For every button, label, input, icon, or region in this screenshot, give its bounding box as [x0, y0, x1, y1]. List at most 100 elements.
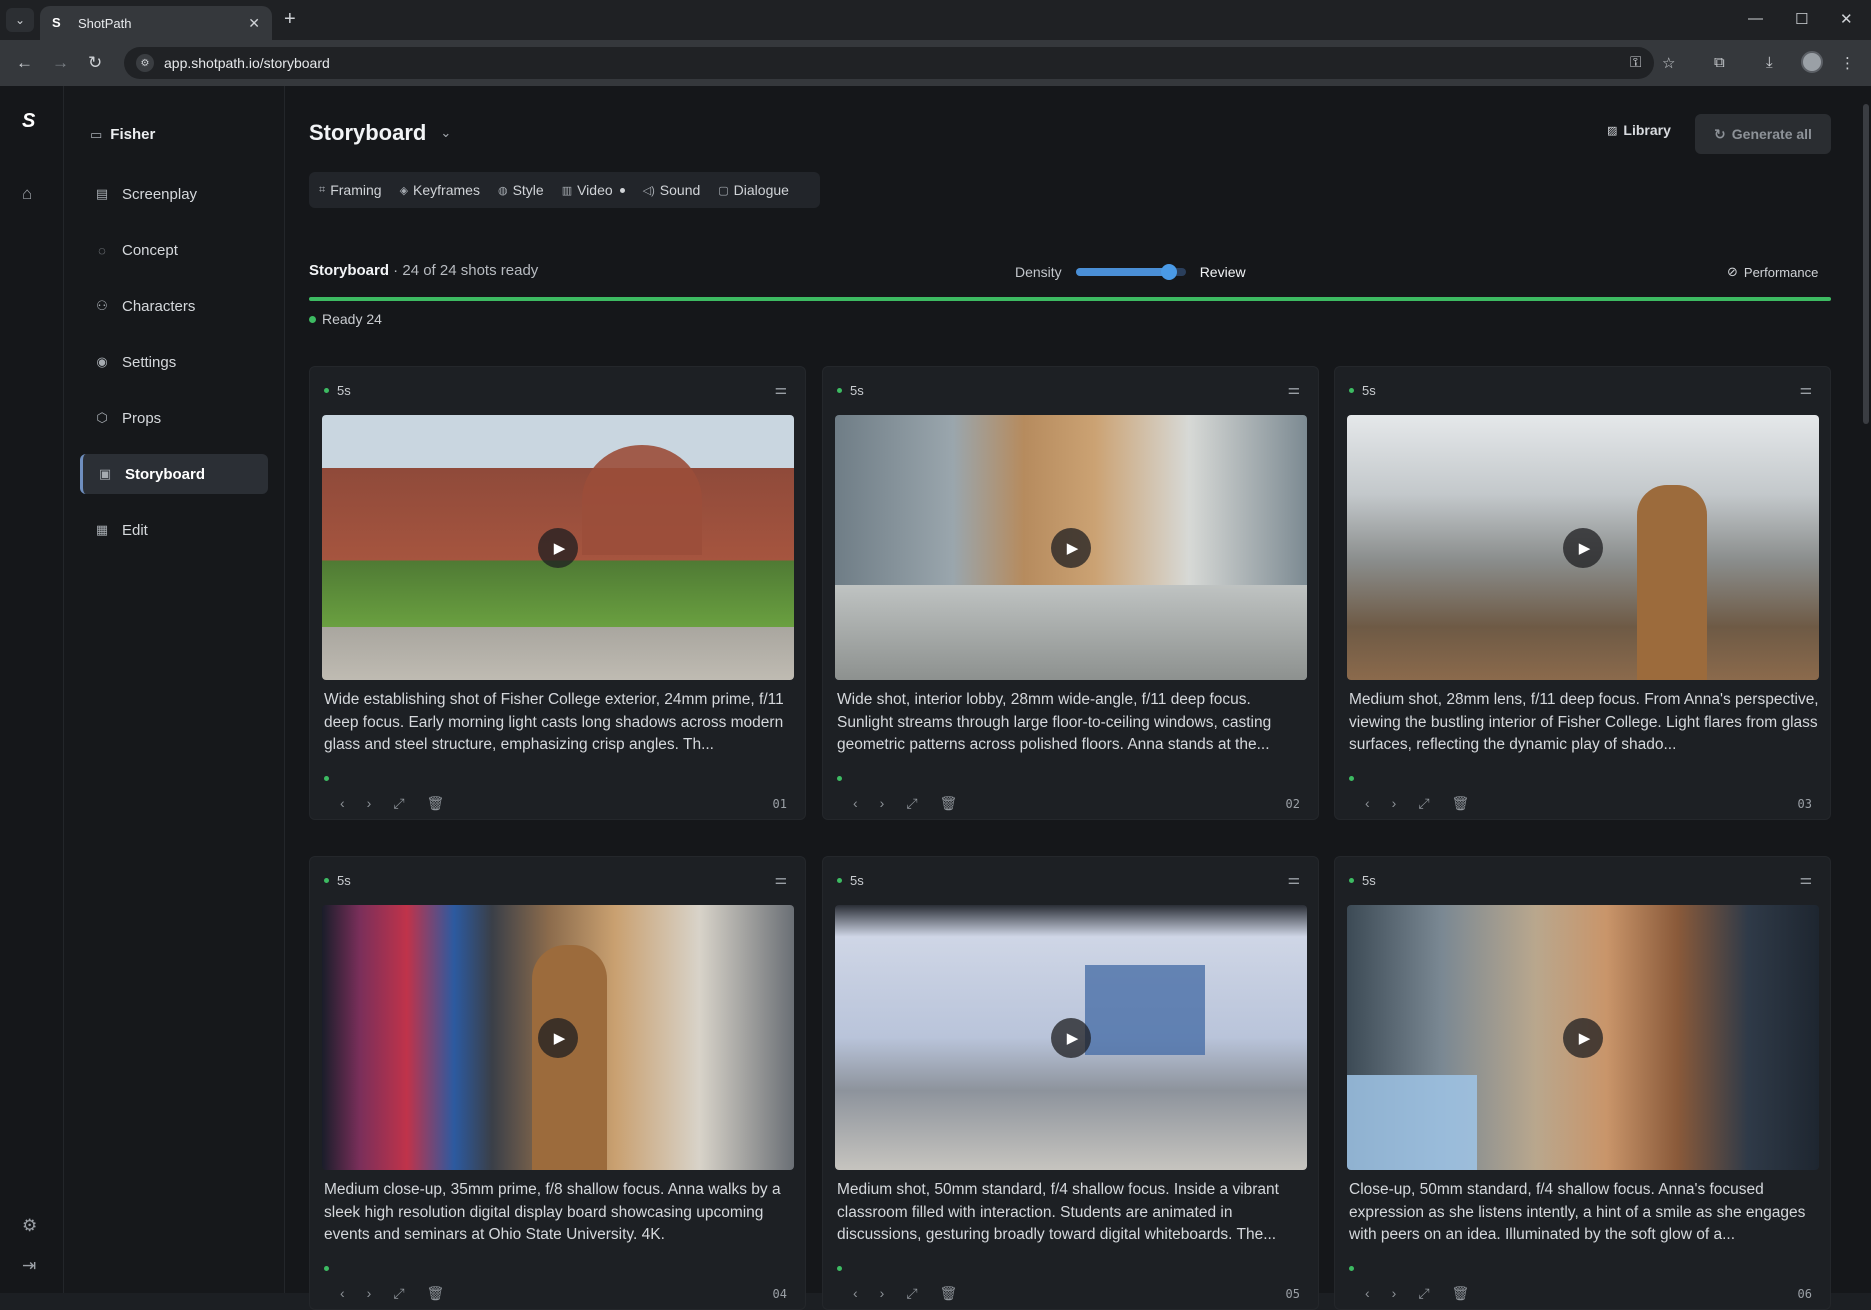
chevron-down-icon[interactable]: ⌄: [440, 125, 451, 141]
previous-icon[interactable]: ‹: [1365, 795, 1370, 812]
performance-toggle[interactable]: ⊘ Performance: [1727, 264, 1818, 280]
previous-icon[interactable]: ‹: [853, 795, 858, 812]
home-icon[interactable]: ⌂: [22, 184, 32, 204]
shot-thumbnail[interactable]: ▶: [1347, 905, 1819, 1170]
shot-thumbnail[interactable]: ▶: [322, 415, 794, 680]
density-slider[interactable]: [1075, 264, 1186, 280]
shot-description[interactable]: Wide establishing shot of Fisher College…: [324, 689, 796, 757]
shot-thumbnail[interactable]: ▶: [322, 905, 794, 1170]
video-button[interactable]: ▥ Video: [562, 182, 625, 198]
gear-icon[interactable]: ⚙: [22, 1216, 37, 1236]
forward-icon[interactable]: →: [52, 53, 69, 73]
shot-card[interactable]: 5s ⚌ ▶ Medium shot, 50mm standard, f/4 s…: [822, 856, 1319, 1310]
shot-settings-icon[interactable]: ⚌: [1287, 871, 1300, 888]
expand-icon[interactable]: ⤢: [393, 795, 404, 812]
expand-icon[interactable]: ⤢: [906, 795, 917, 812]
shot-description[interactable]: Medium shot, 28mm lens, f/11 deep focus.…: [1349, 689, 1821, 757]
sidebar-item-edit[interactable]: ▦ Edit: [80, 510, 268, 550]
close-tab-icon[interactable]: ✕: [248, 15, 260, 32]
next-icon[interactable]: ›: [1392, 1285, 1397, 1302]
framing-button[interactable]: ⌗ Framing: [319, 182, 382, 198]
address-bar[interactable]: ⚙ app.shotpath.io/storyboard: [124, 47, 1654, 79]
next-icon[interactable]: ›: [1392, 795, 1397, 812]
style-button[interactable]: ◍ Style: [498, 182, 544, 198]
previous-icon[interactable]: ‹: [340, 795, 345, 812]
expand-icon[interactable]: ⤢: [1418, 1285, 1429, 1302]
shot-settings-icon[interactable]: ⚌: [774, 381, 787, 398]
shot-card[interactable]: 5s ⚌ ▶ Wide shot, interior lobby, 28mm w…: [822, 366, 1319, 820]
sidebar-item-screenplay[interactable]: ▤ Screenplay: [80, 174, 268, 214]
sound-button[interactable]: ◁) Sound: [643, 182, 701, 198]
users-icon: ⚇: [96, 298, 108, 313]
trash-icon[interactable]: 🗑: [940, 795, 958, 812]
password-key-icon[interactable]: ⚿: [1630, 54, 1641, 71]
browser-tab[interactable]: S ShotPath ✕: [40, 6, 272, 40]
previous-icon[interactable]: ‹: [1365, 1285, 1370, 1302]
shot-card[interactable]: 5s ⚌ ▶ Wide establishing shot of Fisher …: [309, 366, 806, 820]
sidebar-item-storyboard[interactable]: ▣ Storyboard: [80, 454, 268, 494]
app-logo[interactable]: S: [22, 110, 35, 133]
shot-thumbnail[interactable]: ▶: [835, 415, 1307, 680]
next-icon[interactable]: ›: [367, 1285, 372, 1302]
play-icon[interactable]: ▶: [1051, 527, 1091, 568]
tab-search-button[interactable]: ⌄: [6, 8, 34, 32]
shot-settings-icon[interactable]: ⚌: [1799, 381, 1812, 398]
shot-thumbnail[interactable]: ▶: [835, 905, 1307, 1170]
extensions-icon[interactable]: ⧉: [1714, 54, 1725, 71]
back-icon[interactable]: ←: [16, 53, 33, 73]
sidebar-item-characters[interactable]: ⚇ Characters: [80, 286, 268, 326]
trash-icon[interactable]: 🗑: [1452, 795, 1470, 812]
sidebar-item-concept[interactable]: ◌ Concept: [80, 230, 268, 270]
shot-settings-icon[interactable]: ⚌: [774, 871, 787, 888]
downloads-icon[interactable]: ⤓: [1766, 54, 1773, 71]
play-icon[interactable]: ▶: [1563, 527, 1603, 568]
dialogue-button[interactable]: ▢ Dialogue: [718, 182, 789, 198]
shot-card[interactable]: 5s ⚌ ▶ Close-up, 50mm standard, f/4 shal…: [1334, 856, 1831, 1310]
keyframes-button[interactable]: ◈ Keyframes: [400, 182, 480, 198]
favicon-icon: S: [52, 15, 61, 30]
site-info-icon[interactable]: ⚙: [136, 54, 154, 72]
bookmark-star-icon[interactable]: ☆: [1662, 54, 1675, 72]
scrollbar-thumb[interactable]: [1863, 104, 1869, 424]
previous-icon[interactable]: ‹: [340, 1285, 345, 1302]
shot-settings-icon[interactable]: ⚌: [1799, 871, 1812, 888]
expand-icon[interactable]: ⤢: [1418, 795, 1429, 812]
page-title[interactable]: Storyboard ⌄: [309, 120, 451, 146]
reload-icon[interactable]: ↻: [88, 53, 102, 73]
shot-card[interactable]: 5s ⚌ ▶ Medium close-up, 35mm prime, f/8 …: [309, 856, 806, 1310]
previous-icon[interactable]: ‹: [853, 1285, 858, 1302]
next-icon[interactable]: ›: [880, 795, 885, 812]
sidebar-item-settings[interactable]: ◉ Settings: [80, 342, 268, 382]
shot-description[interactable]: Medium shot, 50mm standard, f/4 shallow …: [837, 1179, 1309, 1247]
shot-description[interactable]: Wide shot, interior lobby, 28mm wide-ang…: [837, 689, 1309, 757]
shot-card[interactable]: 5s ⚌ ▶ Medium shot, 28mm lens, f/11 deep…: [1334, 366, 1831, 820]
sidebar-item-props[interactable]: ⬡ Props: [80, 398, 268, 438]
logout-icon[interactable]: ⇥: [22, 1256, 36, 1276]
shot-settings-icon[interactable]: ⚌: [1287, 381, 1300, 398]
density-slider-handle[interactable]: [1161, 264, 1178, 280]
shot-description[interactable]: Medium close-up, 35mm prime, f/8 shallow…: [324, 1179, 796, 1247]
generate-all-button[interactable]: ↻ Generate all: [1695, 114, 1831, 154]
play-icon[interactable]: ▶: [1563, 1017, 1603, 1058]
trash-icon[interactable]: 🗑: [427, 795, 445, 812]
play-icon[interactable]: ▶: [1051, 1017, 1091, 1058]
library-button[interactable]: ▨ Library: [1607, 122, 1671, 138]
expand-icon[interactable]: ⤢: [393, 1285, 404, 1302]
trash-icon[interactable]: 🗑: [1452, 1285, 1470, 1302]
close-window-icon[interactable]: ✕: [1840, 10, 1853, 28]
browser-menu-icon[interactable]: ⋮: [1840, 54, 1855, 72]
shot-description[interactable]: Close-up, 50mm standard, f/4 shallow foc…: [1349, 1179, 1821, 1247]
play-icon[interactable]: ▶: [538, 1017, 578, 1058]
profile-avatar[interactable]: [1801, 51, 1823, 73]
next-icon[interactable]: ›: [367, 795, 372, 812]
expand-icon[interactable]: ⤢: [906, 1285, 917, 1302]
project-name[interactable]: ▭ Fisher: [90, 126, 155, 143]
next-icon[interactable]: ›: [880, 1285, 885, 1302]
play-icon[interactable]: ▶: [538, 527, 578, 568]
minimize-icon[interactable]: —: [1748, 10, 1763, 27]
trash-icon[interactable]: 🗑: [427, 1285, 445, 1302]
maximize-icon[interactable]: ☐: [1795, 10, 1808, 28]
new-tab-button[interactable]: +: [284, 8, 296, 31]
trash-icon[interactable]: 🗑: [940, 1285, 958, 1302]
shot-thumbnail[interactable]: ▶: [1347, 415, 1819, 680]
